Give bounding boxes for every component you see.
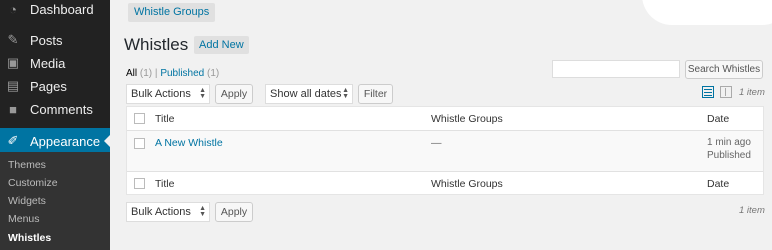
table-row: A New Whistle — 1 min ago Published <box>127 131 763 171</box>
column-title-footer[interactable]: Title <box>155 178 174 190</box>
whistle-groups-tab[interactable]: Whistle Groups <box>128 3 216 22</box>
bulk-actions-label: Bulk Actions <box>131 206 191 218</box>
search-button[interactable]: Search Whistles <box>685 60 763 79</box>
bulk-actions-label: Bulk Actions <box>131 88 191 100</box>
column-title[interactable]: Title <box>155 113 174 125</box>
bulk-actions-select-top[interactable]: Bulk Actions ▲ ▼ <box>126 84 210 104</box>
page-title: Whistles <box>124 35 189 54</box>
submenu-item-customize[interactable]: Customize <box>8 177 58 189</box>
submenu-item-menus[interactable]: Menus <box>8 213 40 225</box>
items-count-bottom: 1 item <box>739 205 765 216</box>
apply-button-bottom[interactable]: Apply <box>215 202 253 222</box>
chevron-updown-icon: ▲ ▼ <box>342 87 349 100</box>
column-date[interactable]: Date <box>707 113 729 125</box>
row-date: 1 min ago <box>707 137 751 148</box>
menu-item-pages[interactable]: ▤ Pages <box>0 74 110 98</box>
search-input[interactable] <box>552 60 680 78</box>
pin-icon: ✎ <box>7 32 19 47</box>
row-status: Published <box>707 150 751 161</box>
row-groups: — <box>431 137 442 149</box>
column-whistle-groups-footer: Whistle Groups <box>431 178 503 190</box>
main-content: Whistle Groups Whistles Add New All (1) … <box>110 0 772 250</box>
list-view-icon[interactable] <box>702 86 714 98</box>
dates-select[interactable]: Show all dates ▲ ▼ <box>265 84 353 104</box>
media-icon: ▣ <box>6 55 20 70</box>
column-whistle-groups: Whistle Groups <box>431 113 503 125</box>
select-all-checkbox-footer[interactable] <box>134 178 145 189</box>
top-bubble <box>642 0 772 25</box>
select-all-checkbox[interactable] <box>134 113 145 124</box>
column-date-footer[interactable]: Date <box>707 178 729 190</box>
submenu-item-themes[interactable]: Themes <box>8 159 46 171</box>
menu-item-media[interactable]: ▣ Media <box>0 51 110 75</box>
filter-all-count: (1) <box>139 68 153 79</box>
filter-button[interactable]: Filter <box>358 84 393 104</box>
apply-button-top[interactable]: Apply <box>215 84 253 104</box>
items-count-top: 1 item <box>739 87 765 98</box>
filter-all[interactable]: All <box>126 68 137 79</box>
row-title-link[interactable]: A New Whistle <box>155 137 223 149</box>
chevron-updown-icon: ▲ ▼ <box>199 205 206 218</box>
menu-item-label: Dashboard <box>30 1 94 17</box>
menu-item-comments[interactable]: ■ Comments <box>0 97 110 121</box>
admin-sidebar: ◔ Dashboard ✎ Posts ▣ Media ▤ Pages ■ Co… <box>0 0 110 250</box>
add-new-button[interactable]: Add New <box>194 36 249 54</box>
menu-item-label: Appearance <box>30 133 101 149</box>
status-filters: All (1) | Published (1) <box>126 68 219 79</box>
menu-item-posts[interactable]: ✎ Posts <box>0 28 110 52</box>
row-checkbox[interactable] <box>134 138 145 149</box>
appearance-submenu: Themes Customize Widgets Menus Whistles <box>0 152 110 250</box>
comments-icon: ■ <box>9 101 17 117</box>
whistles-table: Title Whistle Groups Date A New Whistle … <box>126 106 764 195</box>
menu-item-label: Media <box>30 55 66 71</box>
dashboard-icon: ◔ <box>9 1 17 17</box>
paintbrush-icon: ✐ <box>7 133 19 148</box>
table-footer-row: Title Whistle Groups Date <box>127 171 763 195</box>
menu-item-appearance[interactable]: ✐ Appearance <box>0 128 110 154</box>
filter-published[interactable]: Published <box>160 68 204 79</box>
filter-separator: | <box>154 68 158 79</box>
chevron-updown-icon: ▲ ▼ <box>199 87 206 100</box>
table-header-row: Title Whistle Groups Date <box>127 107 763 131</box>
filter-published-count: (1) <box>207 68 220 79</box>
menu-item-dashboard[interactable]: ◔ Dashboard <box>0 0 110 21</box>
excerpt-view-icon[interactable] <box>720 86 732 98</box>
submenu-item-whistles[interactable]: Whistles <box>8 232 51 244</box>
menu-item-label: Comments <box>30 101 93 117</box>
menu-item-label: Pages <box>30 78 67 94</box>
menu-item-label: Posts <box>30 32 63 48</box>
dates-label: Show all dates <box>270 88 342 100</box>
bulk-actions-select-bottom[interactable]: Bulk Actions ▲ ▼ <box>126 202 210 222</box>
submenu-item-widgets[interactable]: Widgets <box>8 195 46 207</box>
pages-icon: ▤ <box>6 78 20 93</box>
